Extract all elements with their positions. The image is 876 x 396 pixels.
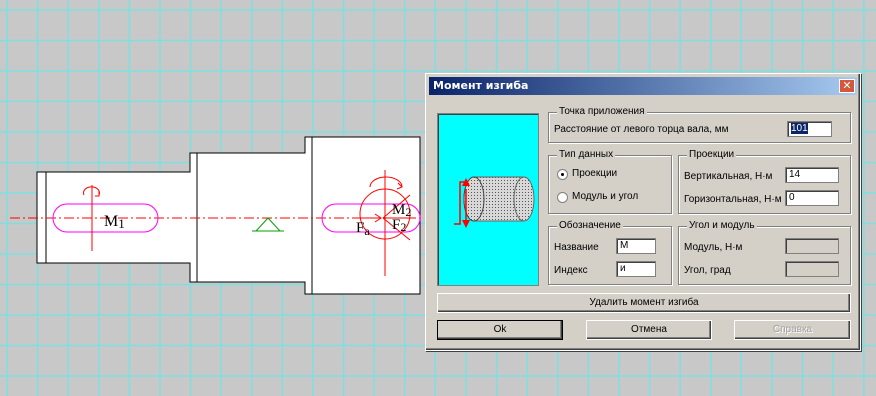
label-m1: M1 <box>104 213 125 231</box>
index-input[interactable]: и <box>616 261 656 277</box>
horizontal-input[interactable]: 0 <box>785 190 839 206</box>
name-label: Название <box>554 242 599 253</box>
bending-moment-dialog: Момент изгиба ✕ Точка приложения Расстоя… <box>425 73 861 351</box>
angle-modulus-legend: Угол и модуль <box>687 220 757 231</box>
angle-label: Угол, град <box>684 265 731 276</box>
moment-preview-panel <box>437 113 539 286</box>
modulus-input[interactable] <box>785 238 839 254</box>
cancel-button[interactable]: Отмена <box>586 320 712 340</box>
radio-modulus-angle-label[interactable]: Модуль и угол <box>572 191 638 202</box>
projections-legend: Проекции <box>687 149 737 160</box>
angle-input[interactable] <box>785 261 839 277</box>
help-button[interactable]: Справка <box>734 320 851 340</box>
vertical-label: Вертикальная, Н·м <box>684 171 773 182</box>
distance-input[interactable]: 101 <box>787 121 832 137</box>
name-input[interactable]: M <box>616 238 656 254</box>
ok-button[interactable]: Ok <box>437 320 563 340</box>
label-m2: M2 <box>392 202 411 219</box>
radio-modulus-angle[interactable] <box>557 192 568 203</box>
horizontal-label: Горизонтальная, Н·м <box>684 194 782 205</box>
designation-legend: Обозначение <box>557 220 623 231</box>
label-f2: F2 <box>392 217 406 234</box>
apply-point-legend: Точка приложения <box>557 106 647 117</box>
delete-moment-button[interactable]: Удалить момент изгиба <box>437 293 851 313</box>
data-type-legend: Тип данных <box>557 149 616 160</box>
dialog-title: Момент изгиба <box>433 79 529 92</box>
dialog-title-bar[interactable]: Момент изгиба ✕ <box>429 77 857 95</box>
modulus-label: Модуль, Н·м <box>684 242 743 253</box>
index-label: Индекс <box>554 265 588 276</box>
close-icon[interactable]: ✕ <box>839 79 855 93</box>
data-type-group: Тип данных <box>548 149 672 214</box>
bending-moment-icon <box>454 176 535 228</box>
vertical-input[interactable]: 14 <box>785 167 839 183</box>
radio-projections[interactable] <box>557 169 568 180</box>
distance-label: Расстояние от левого торца вала, мм <box>554 124 729 135</box>
radio-projections-label[interactable]: Проекции <box>572 168 617 179</box>
